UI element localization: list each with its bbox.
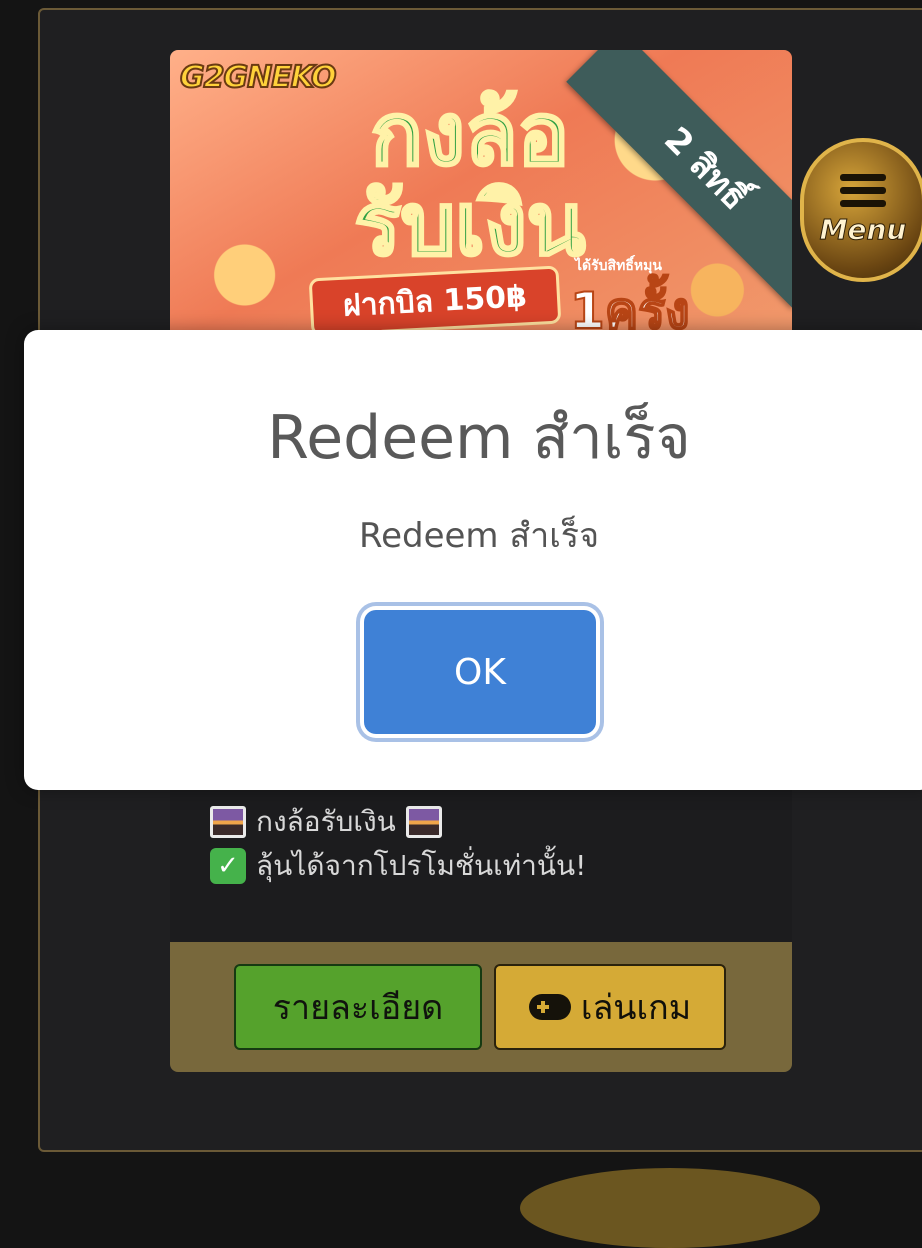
play-game-label: เล่นเกม — [580, 988, 692, 1028]
menu-label: Menu — [819, 213, 907, 247]
dialog-message: Redeem สำเร็จ — [358, 516, 599, 556]
success-dialog: Redeem สำเร็จ Redeem สำเร็จ OK — [24, 330, 922, 790]
picture-icon — [210, 806, 246, 838]
details-button[interactable]: รายละเอียด — [234, 964, 482, 1050]
deposit-ribbon: ฝากบิล 150฿ — [308, 265, 562, 337]
bottom-nav-button[interactable] — [520, 1168, 820, 1248]
promo-title-text: กงล้อรับเงิน — [256, 805, 396, 838]
ok-button[interactable]: OK — [364, 610, 596, 734]
card-footer: รายละเอียด เล่นเกม — [170, 942, 792, 1072]
corner-ribbon-label: 2 สิทธิ์ — [566, 50, 792, 309]
menu-button[interactable]: Menu — [800, 138, 922, 282]
dialog-title: Redeem สำเร็จ — [267, 403, 691, 473]
check-mark-icon: ✓ — [210, 848, 246, 884]
gamepad-icon — [528, 994, 571, 1020]
picture-icon — [405, 806, 442, 838]
play-game-button[interactable]: เล่นเกม — [494, 964, 726, 1050]
promo-line-note: ✓ ลุ้นได้จากโปรโมชั่นเท่านั้น! — [210, 844, 586, 888]
hamburger-icon — [840, 174, 886, 207]
corner-ribbon: 2 สิทธิ์ — [550, 50, 792, 340]
promo-description: กงล้อรับเงิน ✓ ลุ้นได้จากโปรโมชั่นเท่านั… — [210, 800, 586, 888]
promo-line-title: กงล้อรับเงิน — [210, 800, 586, 844]
promo-banner-image[interactable]: G2GNEKO กงล้อ รับเงิน ฝากบิล 150฿ ได้รับ… — [170, 50, 792, 350]
promo-note-text: ลุ้นได้จากโปรโมชั่นเท่านั้น! — [256, 849, 587, 882]
